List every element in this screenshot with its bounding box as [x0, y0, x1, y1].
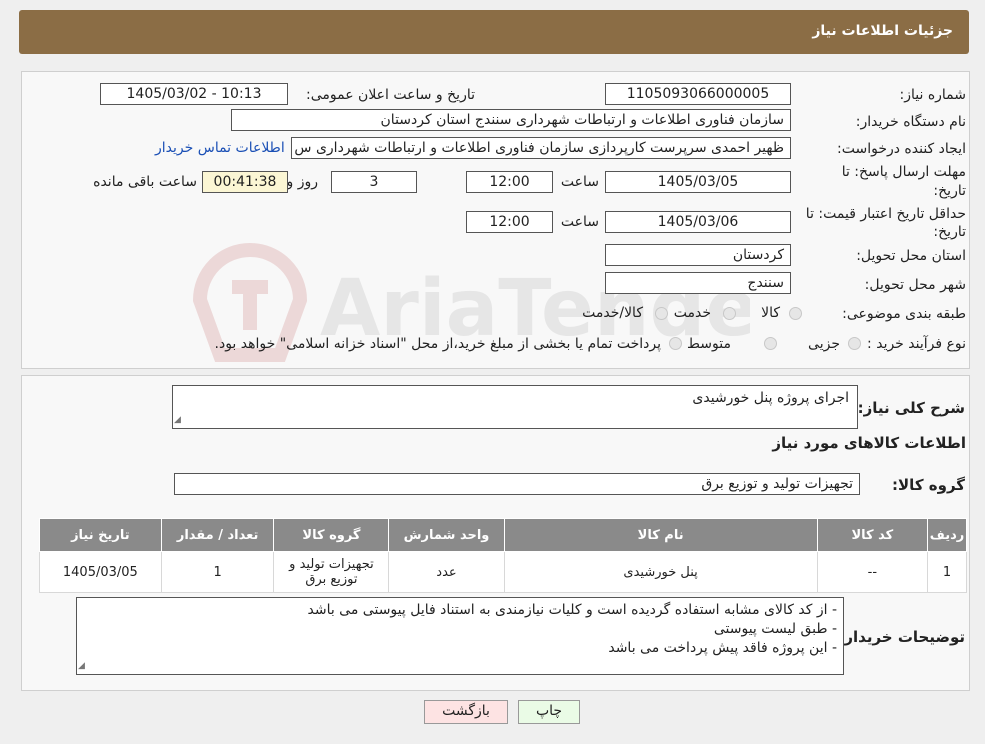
buyer-note-line: - از کد کالای مشابه استفاده گردیده است و…	[307, 602, 837, 618]
category-option-goods: کالا	[761, 305, 780, 321]
buyer-notes-textarea[interactable]: - از کد کالای مشابه استفاده گردیده است و…	[76, 597, 844, 675]
resize-handle-icon[interactable]: ◢	[78, 661, 85, 671]
deadline-time-label: ساعت	[560, 174, 599, 190]
category-option-goods-service: کالا/خدمت	[582, 305, 643, 321]
validity-time-label: ساعت	[560, 214, 599, 230]
province-label: استان محل تحویل:	[856, 248, 966, 264]
resize-handle-icon[interactable]: ◢	[174, 415, 181, 425]
cell-row: 1	[927, 551, 967, 593]
days-label: روز و	[286, 174, 319, 190]
col-group: گروه کالا	[273, 518, 390, 552]
process-radio-minor[interactable]	[848, 337, 861, 350]
cell-code: --	[816, 551, 929, 593]
remaining-label: ساعت باقی مانده	[93, 174, 197, 190]
process-label: نوع فرآیند خرید :	[867, 336, 966, 352]
announce-label: تاریخ و ساعت اعلان عمومی:	[306, 87, 475, 103]
goods-table-header-row: ردیف کد کالا نام کالا واحد شمارش گروه کا…	[39, 518, 967, 552]
col-qty: تعداد / مقدار	[160, 518, 275, 552]
col-date: تاریخ نیاز	[39, 518, 162, 552]
category-option-service: خدمت	[673, 305, 711, 321]
process-option-medium: متوسط	[687, 336, 731, 352]
process-note: پرداخت تمام یا بخشی از مبلغ خرید،از محل …	[214, 336, 661, 352]
col-name: نام کالا	[503, 518, 818, 552]
category-radio-service[interactable]	[723, 307, 736, 320]
process-checkbox-treasury[interactable]	[669, 337, 682, 350]
deadline-label: مهلت ارسال پاسخ: تا	[841, 164, 966, 180]
buyer-notes-label: توضیحات خریدار:	[838, 628, 965, 646]
creator-field: ظهیر احمدی سرپرست کارپردازی سازمان فناور…	[291, 137, 791, 159]
buyer-note-line: - این پروژه فاقد پیش پرداخت می باشد	[608, 640, 837, 656]
deadline-date-field: 1405/03/05	[605, 171, 791, 193]
goods-group-label: گروه کالا:	[892, 476, 965, 494]
page-title: جزئیات اطلاعات نیاز	[812, 23, 953, 39]
buyer-contact-link[interactable]: اطلاعات تماس خریدار	[155, 140, 285, 156]
city-label: شهر محل تحویل:	[864, 277, 966, 293]
province-field: کردستان	[605, 244, 791, 266]
goods-info-title: اطلاعات کالاهای مورد نیاز	[772, 434, 966, 452]
print-button[interactable]: چاپ	[518, 700, 580, 724]
category-label: طبقه بندی موضوعی:	[842, 306, 966, 322]
buyer-note-line: - طبق لیست پیوستی	[713, 621, 837, 637]
back-button[interactable]: بازگشت	[424, 700, 508, 724]
need-number-label: شماره نیاز:	[899, 87, 967, 103]
deadline-time-field: 12:00	[466, 171, 553, 193]
cell-unit: عدد	[388, 551, 505, 593]
goods-group-field: تجهیزات تولید و توزیع برق	[174, 473, 860, 495]
cell-group: تجهیزات تولید و توزیع برق	[273, 551, 390, 593]
goods-table-wrapper: ردیف کد کالا نام کالا واحد شمارش گروه کا…	[39, 518, 967, 593]
days-remaining-field: 3	[331, 171, 417, 193]
category-radio-goods-service[interactable]	[655, 307, 668, 320]
summary-label: شرح کلی نیاز:	[857, 399, 965, 417]
remaining-time-field: 00:41:38	[202, 171, 288, 193]
cell-date: 1405/03/05	[39, 551, 162, 593]
validity-date-field: 1405/03/06	[605, 211, 791, 233]
summary-textarea[interactable]: اجرای پروژه پنل خورشیدی	[172, 385, 858, 429]
need-number-field: 1105093066000005	[605, 83, 791, 105]
cell-name: پنل خورشیدی	[503, 551, 818, 593]
validity-label-date: تاریخ:	[933, 224, 966, 240]
buyer-field: سازمان فناوری اطلاعات و ارتباطات شهرداری…	[231, 109, 791, 131]
creator-label: ایجاد کننده درخواست:	[837, 141, 966, 157]
page-header: جزئیات اطلاعات نیاز	[19, 10, 969, 54]
validity-time-field: 12:00	[466, 211, 553, 233]
cell-qty: 1	[160, 551, 275, 593]
deadline-label-date: تاریخ:	[933, 183, 966, 199]
table-row: 1 -- پنل خورشیدی عدد تجهیزات تولید و توز…	[39, 551, 967, 593]
col-code: کد کالا	[816, 518, 929, 552]
buyer-label: نام دستگاه خریدار:	[855, 114, 966, 130]
category-radio-goods[interactable]	[789, 307, 802, 320]
process-option-minor: جزیی	[808, 336, 840, 352]
announce-datetime-field: 1405/03/02 - 10:13	[100, 83, 288, 105]
validity-label: حداقل تاریخ اعتبار قیمت: تا	[805, 206, 966, 222]
summary-text: اجرای پروژه پنل خورشیدی	[692, 390, 849, 406]
goods-table: ردیف کد کالا نام کالا واحد شمارش گروه کا…	[39, 518, 967, 593]
col-row: ردیف	[927, 518, 967, 552]
process-radio-medium[interactable]	[764, 337, 777, 350]
col-unit: واحد شمارش	[388, 518, 505, 552]
city-field: سنندج	[605, 272, 791, 294]
